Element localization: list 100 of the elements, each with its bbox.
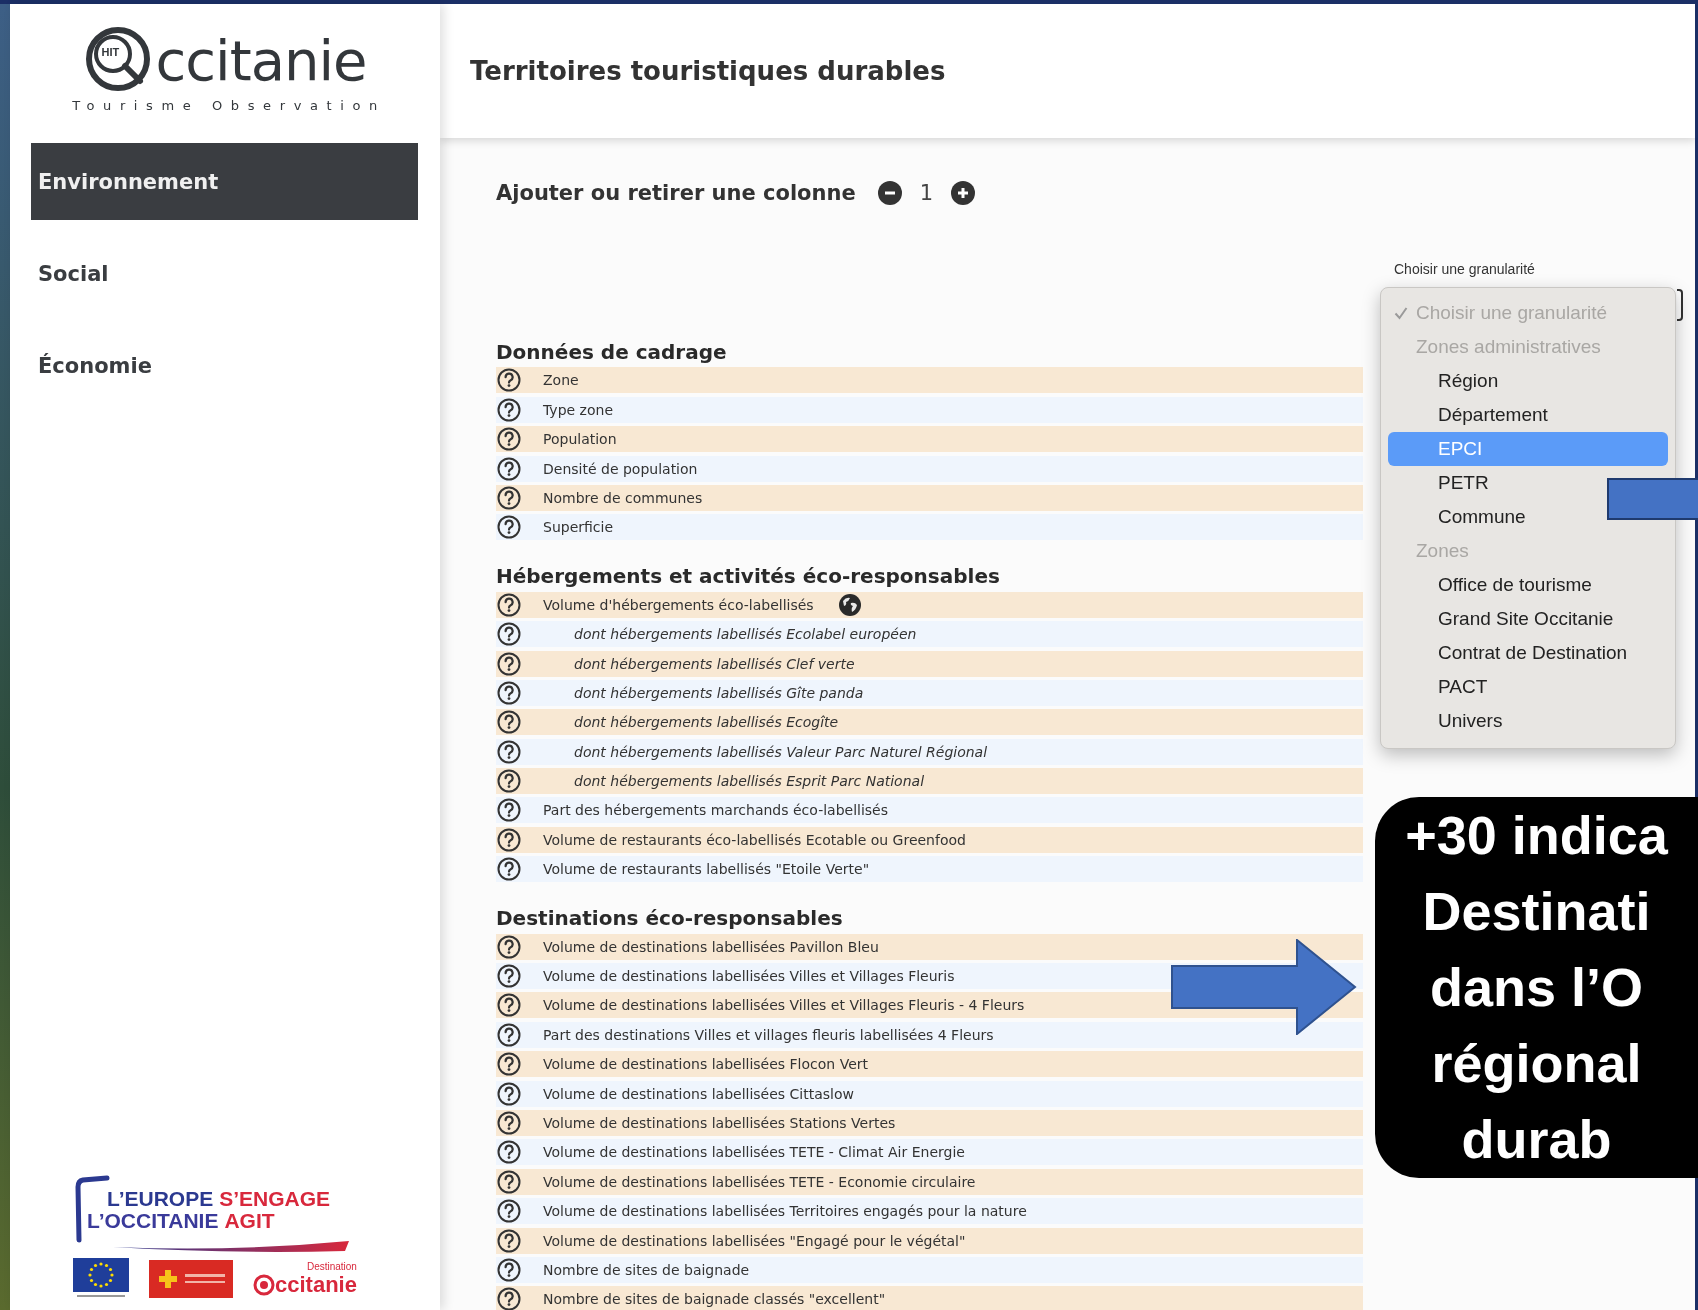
minus-icon (877, 181, 902, 205)
nav-item[interactable]: Économie (31, 327, 418, 404)
help-icon (497, 622, 521, 647)
indicator-row[interactable]: Volume de destinations labellisées Territoires engagés pour la nature (496, 1198, 1172, 1225)
select-field-edge[interactable] (1677, 289, 1683, 321)
help-icon (497, 456, 521, 481)
indicator-row[interactable]: Volume de destinations labellisées Villes et Villages Fleuris - 4 Fleurs (496, 992, 1172, 1019)
indicator-row[interactable]: Volume de destinations labellisées TETE - Economie circulaire (496, 1168, 1172, 1195)
help-icon (497, 1052, 521, 1077)
help-icon (497, 427, 521, 452)
help-icon (497, 651, 521, 676)
help-icon (497, 1257, 521, 1282)
callout-text: régional (1431, 1032, 1642, 1095)
help-icon (497, 964, 521, 989)
help-icon (497, 485, 521, 510)
indicator-row[interactable]: dont hébergements labellisés Ecogîte (496, 709, 1172, 736)
menu-option[interactable]: Région (1388, 364, 1507, 398)
menu-option[interactable]: Contrat de Destination (1388, 636, 1636, 670)
slogan-text: S’ENGAGE (219, 1188, 331, 1210)
menu-option[interactable]: Univers (1388, 704, 1511, 738)
indicator-row[interactable]: Population (496, 426, 1172, 453)
slogan-text: AGIT (224, 1210, 275, 1232)
slogan-text: L’EUROPE (107, 1188, 214, 1210)
menu-option[interactable]: Département (1388, 398, 1556, 432)
column-count: 1 (919, 181, 934, 205)
remove-column-button[interactable] (877, 181, 902, 205)
logo-tagline: Tourisme Observation (72, 98, 386, 113)
indicator-row[interactable]: Volume de restaurants labellisés "Etoile Verte" (496, 856, 1172, 883)
indicator-row[interactable]: Type zone (496, 396, 1172, 423)
circle-logo-icon (253, 1274, 275, 1296)
help-icon (497, 993, 521, 1018)
menu-option[interactable]: PETR (1388, 466, 1497, 500)
help-icon (497, 1111, 521, 1135)
callout-text: +30 indica (1405, 804, 1668, 867)
indicator-row[interactable]: Volume de restaurants éco-labellisés Ecotable ou Greenfood (496, 826, 1172, 853)
help-icon (497, 857, 521, 882)
indicator-row[interactable]: Volume de destinations labellisées TETE - Climat Air Energie (496, 1139, 1172, 1166)
indicator-row[interactable]: Volume de destinations labellisées Flocon Vert (496, 1051, 1172, 1078)
indicator-row[interactable]: Nombre de sites de baignade (496, 1256, 1172, 1283)
field-label: Choisir une granularité (1394, 261, 1536, 277)
help-icon (497, 680, 521, 705)
indicator-row[interactable]: Volume de destinations labellisées Pavillon Bleu (496, 933, 1172, 960)
indicator-row[interactable]: dont hébergements labellisés Ecolabel européen (496, 621, 1172, 648)
indicator-row[interactable]: Nombre de sites de baignade classés "excellent" (496, 1286, 1172, 1310)
indicator-row[interactable]: Part des destinations Villes et villages fleuris labellisées 4 Fleurs (496, 1021, 1172, 1048)
help-icon (497, 1140, 521, 1165)
indicator-row[interactable]: dont hébergements labellisés Clef verte (496, 650, 1172, 677)
menu-option[interactable]: Office de tourisme (1388, 568, 1600, 602)
section-heading: Destinations éco-responsables (496, 906, 844, 931)
indicator-row[interactable]: Nombre de communes (496, 484, 1172, 511)
help-icon (497, 798, 521, 823)
indicator-row[interactable]: dont hébergements labellisés Valeur Parc Naturel Régional (496, 738, 1172, 765)
help-icon (497, 1287, 521, 1310)
indicator-row[interactable]: Volume de destinations labellisées Cittaslow (496, 1080, 1172, 1107)
menu-group-label: Zones (1415, 539, 1470, 563)
indicator-row[interactable]: Volume de destinations labellisées Stations Vertes (496, 1110, 1172, 1136)
help-icon (497, 515, 521, 540)
menu-group-label: Zones administratives (1415, 335, 1602, 359)
callout-text: dans l’O (1429, 956, 1643, 1019)
add-column-button[interactable] (951, 181, 976, 205)
help-icon (497, 827, 521, 852)
help-icon (497, 1169, 521, 1194)
help-icon (497, 1199, 521, 1224)
menu-option[interactable]: Grand Site Occitanie (1388, 602, 1622, 636)
logo-wordmark: ccitanie (155, 29, 367, 93)
menu-option[interactable]: Commune (1388, 500, 1534, 534)
help-icon (497, 934, 521, 959)
help-icon (497, 710, 521, 735)
page-title: Territoires touristiques durables (470, 56, 946, 86)
flag-icon (73, 1258, 129, 1298)
menu-option[interactable]: PACT (1388, 670, 1496, 704)
logo-wordmark: ccitanie (275, 1272, 357, 1298)
indicator-row[interactable]: Part des hébergements marchands éco-labellisés (496, 797, 1172, 824)
indicator-row[interactable]: Volume d'hébergements éco-labellisés (496, 591, 1172, 618)
indicator-row[interactable]: dont hébergements labellisés Gîte panda (496, 679, 1172, 706)
help-icon (497, 1081, 521, 1106)
help-icon (497, 397, 521, 422)
nav-item[interactable]: Environnement (31, 143, 418, 220)
help-icon (497, 368, 521, 393)
nav-item[interactable]: Social (31, 235, 418, 312)
indicator-row[interactable]: Volume de destinations labellisées Villes et Villages Fleuris (496, 963, 1172, 990)
callout-text: durab (1461, 1108, 1612, 1171)
help-icon (497, 769, 521, 794)
indicator-row[interactable]: Zone (496, 367, 1172, 394)
logo-badge-text: HIT (101, 46, 120, 58)
indicator-row[interactable]: Superficie (496, 514, 1172, 541)
indicator-row[interactable]: Densité de population (496, 455, 1172, 482)
indicator-row[interactable]: Volume de destinations labellisées "Engagé pour le végétal" (496, 1227, 1172, 1254)
help-icon (497, 1022, 521, 1047)
section-heading: Hébergements et activités éco-responsables (496, 564, 1001, 589)
slogan-text: L’OCCITANIE (87, 1210, 219, 1232)
help-icon (497, 592, 521, 617)
help-icon (497, 1228, 521, 1253)
section-heading: Données de cadrage (496, 340, 728, 364)
column-control-label: Ajouter ou retirer une colonne (496, 181, 856, 205)
plus-icon (951, 181, 976, 205)
indicator-row[interactable]: dont hébergements labellisés Esprit Parc National (496, 768, 1172, 795)
logo-caption: Destination (306, 1261, 357, 1272)
help-icon (497, 739, 521, 764)
menu-option: Choisir une granularité (1388, 296, 1668, 330)
